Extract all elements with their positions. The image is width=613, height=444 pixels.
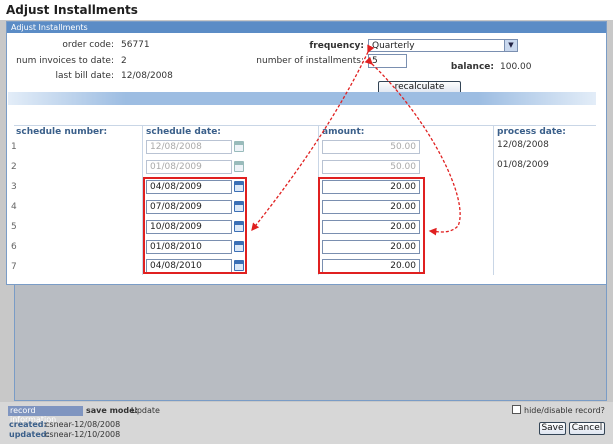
arrow-frequency-to-dates xyxy=(251,44,375,232)
updated-value: csnear-12/10/2008 xyxy=(45,430,121,439)
created-value: csnear-12/08/2008 xyxy=(45,420,121,429)
updated-label: updated: xyxy=(9,430,50,439)
arrow-installments-to-amounts xyxy=(364,56,461,236)
empty-content-area xyxy=(14,285,607,401)
created-label: created: xyxy=(9,420,47,429)
cancel-button[interactable]: Cancel xyxy=(569,422,605,435)
hide-disable-checkbox[interactable] xyxy=(512,405,521,414)
save-button[interactable]: Save xyxy=(539,422,566,435)
save-mode-value: Update xyxy=(131,406,160,415)
save-mode-label: save mode: xyxy=(86,406,138,415)
hide-disable-label: hide/disable record? xyxy=(524,406,605,415)
record-information-tab[interactable]: record information xyxy=(8,406,83,424)
